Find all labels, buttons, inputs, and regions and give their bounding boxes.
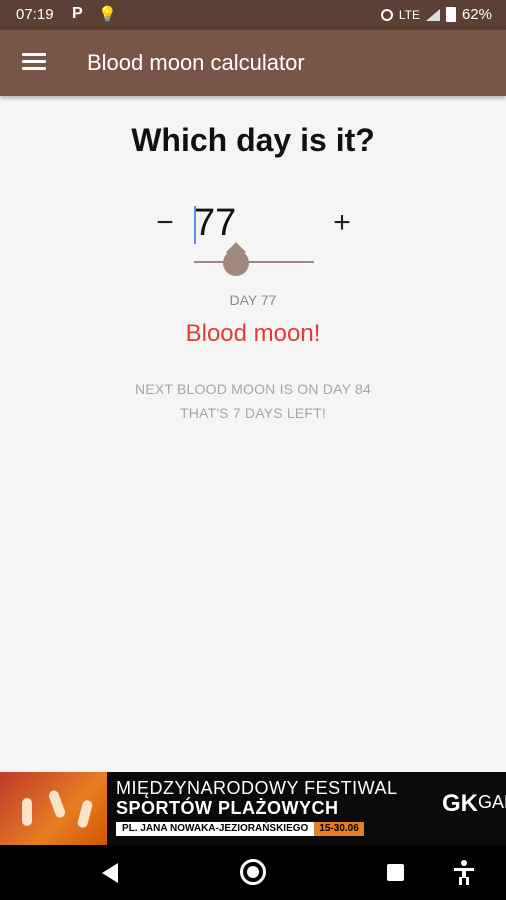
ad-details: PL. JANA NOWAKA-JEZIORAŃSKIEGO 15-30.06 bbox=[116, 822, 364, 836]
decrement-button[interactable]: − bbox=[150, 205, 180, 241]
blood-moon-status: Blood moon! bbox=[185, 320, 321, 347]
lightbulb-notification-icon: 💡 bbox=[98, 6, 117, 23]
app-title: Blood moon calculator bbox=[87, 50, 305, 75]
next-blood-moon-text: NEXT BLOOD MOON IS ON DAY 84 bbox=[135, 381, 371, 397]
text-cursor bbox=[194, 206, 196, 244]
days-left-text: THAT'S 7 DAYS LEFT! bbox=[180, 405, 326, 421]
signal-icon bbox=[425, 8, 440, 21]
day-slider-thumb[interactable] bbox=[223, 250, 249, 276]
alarm-icon bbox=[380, 8, 393, 21]
day-input[interactable] bbox=[194, 200, 314, 246]
hamburger-menu-icon[interactable] bbox=[22, 53, 46, 73]
status-time: 07:19 bbox=[16, 6, 54, 23]
app-bar: Blood moon calculator bbox=[0, 30, 506, 96]
parking-notification-icon: P bbox=[72, 5, 83, 22]
network-type: LTE bbox=[398, 7, 420, 22]
battery-percent: 62% bbox=[461, 6, 492, 23]
recents-icon[interactable] bbox=[387, 864, 404, 881]
ad-headline: MIĘDZYNARODOWY FESTIWAL bbox=[116, 778, 398, 798]
page-heading: Which day is it? bbox=[131, 122, 375, 158]
ad-address: PL. JANA NOWAKA-JEZIORAŃSKIEGO bbox=[116, 822, 315, 836]
battery-icon bbox=[445, 7, 456, 22]
home-icon[interactable] bbox=[240, 859, 266, 885]
ad-logo: GK bbox=[442, 790, 478, 817]
day-slider-track[interactable] bbox=[194, 261, 314, 263]
ad-subheadline: SPORTÓW PLAŻOWYCH bbox=[116, 798, 339, 818]
ad-banner[interactable]: MIĘDZYNARODOWY FESTIWAL SPORTÓW PLAŻOWYC… bbox=[0, 772, 506, 845]
status-bar: 07:19 P 💡 LTE 62% bbox=[0, 0, 506, 30]
increment-button[interactable]: + bbox=[327, 205, 357, 241]
ad-image bbox=[0, 772, 107, 845]
ad-dates: 15-30.06 bbox=[314, 822, 364, 836]
accessibility-icon[interactable] bbox=[454, 860, 474, 885]
ad-logo-text: GAL bbox=[478, 792, 506, 812]
navigation-bar bbox=[0, 845, 506, 900]
back-icon[interactable] bbox=[102, 863, 118, 883]
day-label: DAY 77 bbox=[229, 292, 277, 308]
